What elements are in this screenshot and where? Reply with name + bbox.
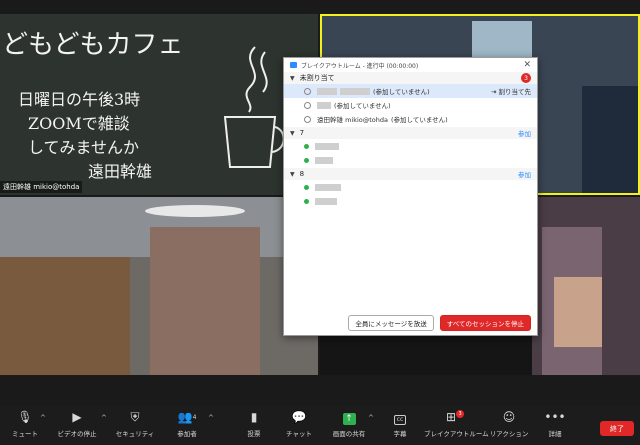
participants-count: 4 — [192, 414, 197, 421]
room-label: 8 — [299, 170, 305, 178]
share-screen-button[interactable]: ↑ 画面の共有 — [324, 410, 374, 438]
broadcast-message-button[interactable]: 全員にメッセージを放送 — [348, 315, 434, 331]
tile-name-host: 遠田幹雄 mikio@tohda — [0, 181, 83, 193]
breakout-rooms-label: ブレイクアウトルーム — [424, 430, 489, 438]
status-radio-icon — [304, 115, 311, 123]
list-item[interactable] — [284, 153, 537, 167]
collapse-arrow-icon[interactable]: ▼ — [290, 130, 295, 137]
collapse-arrow-icon[interactable]: ▼ — [290, 75, 295, 82]
join-room-button[interactable]: 参加 — [518, 128, 531, 138]
cc-icon: cc — [375, 410, 425, 425]
list-item[interactable] — [284, 194, 537, 208]
meeting-toolbar: 🎙 ミュート ^ ▶ ビデオの停止 ^ ⛨ セキュリティ 👥4 参加者 ^ ▮ … — [0, 406, 640, 445]
joined-status-icon — [304, 184, 309, 190]
breakout-rooms-button[interactable]: ⊞ 3 ブレイクアウトルーム — [424, 410, 489, 438]
chalk-line-3: してみませんか — [28, 138, 140, 157]
reactions-button[interactable]: ☺ リアクション — [484, 410, 534, 438]
list-item[interactable]: 遠田幹雄 mikio@tohda (参加していません) — [284, 112, 537, 126]
chat-bubble-icon: 💬 — [291, 410, 307, 424]
list-item[interactable] — [284, 139, 537, 153]
chat-label: チャット — [286, 430, 312, 438]
list-item[interactable] — [284, 180, 537, 194]
polls-label: 投票 — [247, 430, 261, 438]
participant-status: (参加していません) — [334, 102, 391, 110]
list-item[interactable]: (参加していません) — [284, 98, 537, 112]
share-arrow-icon: ↑ — [324, 410, 374, 425]
participants-label: 参加者 — [177, 430, 197, 438]
more-button[interactable]: ••• 詳細 — [530, 410, 580, 438]
participant-name: 遠田幹雄 mikio@tohda — [317, 116, 389, 124]
video-tile-participant-1 — [0, 197, 318, 375]
section-unassigned[interactable]: ▼ 未割り当て 3 — [284, 72, 537, 84]
ellipsis-icon: ••• — [544, 410, 566, 424]
room-label: 7 — [299, 129, 305, 137]
unassigned-count-badge: 3 — [521, 73, 531, 83]
assign-to-button[interactable]: ⇥ 割り当て先 — [491, 86, 531, 96]
participants-button[interactable]: 👥4 参加者 — [162, 410, 212, 438]
security-label: セキュリティ — [115, 430, 155, 438]
chat-button[interactable]: 💬 チャット — [274, 410, 324, 438]
cup-drawing — [223, 46, 285, 168]
mute-label: ミュート — [12, 430, 38, 438]
breakout-rooms-dialog[interactable]: ブレイクアウトルーム - 進行中 (00:00:00) ✕ ▼ 未割り当て 3 … — [283, 57, 538, 336]
close-all-rooms-button[interactable]: すべてのセッションを停止 — [439, 315, 531, 331]
video-tile-participant-3 — [532, 197, 640, 375]
breakout-grid-icon: ⊞ 3 — [424, 410, 486, 425]
participant-status: (参加していません) — [373, 88, 430, 96]
reactions-label: リアクション — [489, 430, 529, 438]
end-meeting-button[interactable]: 終了 — [600, 421, 634, 436]
chevron-up-icon[interactable]: ^ — [101, 414, 107, 422]
smiley-icon: ☺ — [502, 410, 516, 424]
shield-icon: ⛨ — [130, 410, 140, 424]
zoom-app-icon — [290, 62, 297, 68]
participant-status: (参加していません) — [391, 116, 448, 124]
camera-icon: ▶ — [72, 410, 82, 424]
collapse-arrow-icon[interactable]: ▼ — [290, 171, 295, 178]
dialog-titlebar[interactable]: ブレイクアウトルーム - 進行中 (00:00:00) ✕ — [284, 58, 537, 72]
assign-to-label: 割り当て先 — [498, 88, 532, 96]
stop-video-button[interactable]: ▶ ビデオの停止 — [52, 410, 102, 438]
status-radio-icon — [304, 101, 311, 109]
joined-status-icon — [304, 198, 309, 204]
section-room-8[interactable]: ▼ 8 参加 — [284, 168, 537, 180]
chevron-up-icon[interactable]: ^ — [368, 414, 374, 422]
chalk-line-2: ZOOMで雑談 — [28, 114, 130, 133]
section-room-7[interactable]: ▼ 7 参加 — [284, 127, 537, 139]
join-room-button[interactable]: 参加 — [518, 169, 531, 179]
share-screen-label: 画面の共有 — [332, 430, 366, 438]
chevron-up-icon[interactable]: ^ — [208, 414, 214, 422]
stop-video-label: ビデオの停止 — [57, 430, 97, 438]
status-radio-icon — [304, 87, 311, 95]
close-icon[interactable]: ✕ — [523, 60, 531, 70]
polls-button[interactable]: ▮ 投票 — [229, 410, 279, 438]
chalk-title: どもどもカフェ — [2, 30, 184, 60]
security-button[interactable]: ⛨ セキュリティ — [110, 410, 160, 438]
joined-status-icon — [304, 157, 309, 163]
joined-status-icon — [304, 143, 309, 149]
list-item[interactable]: (参加していません) ⇥ 割り当て先 — [284, 84, 537, 98]
dialog-title: ブレイクアウトルーム - 進行中 (00:00:00) — [301, 62, 419, 70]
chalk-line-4: 遠田幹雄 — [88, 162, 153, 181]
more-label: 詳細 — [548, 430, 562, 438]
participants-icon: 👥4 — [177, 410, 197, 424]
video-tile-host: どもどもカフェ 日曜日の午後3時 ZOOMで雑談 してみませんか 遠田幹雄 遠田… — [0, 14, 318, 195]
section-unassigned-label: 未割り当て — [299, 74, 335, 82]
chevron-up-icon[interactable]: ^ — [40, 414, 46, 422]
chalk-line-1: 日曜日の午後3時 — [18, 90, 141, 109]
breakout-badge: 3 — [456, 410, 465, 418]
captions-button[interactable]: cc 字幕 — [375, 410, 425, 438]
captions-label: 字幕 — [393, 430, 407, 438]
bar-chart-icon: ▮ — [250, 410, 258, 424]
